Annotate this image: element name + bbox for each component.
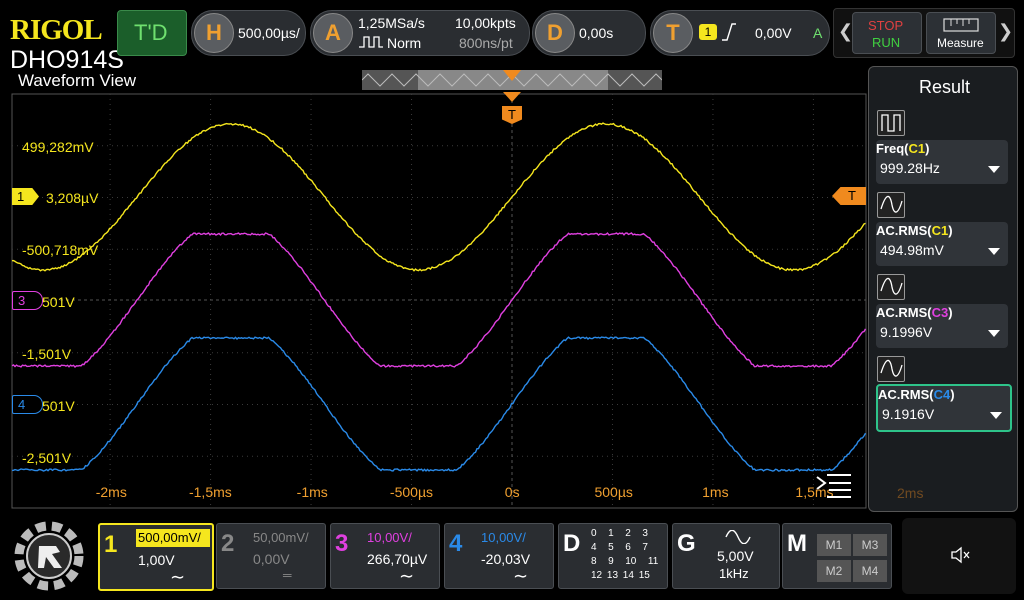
generator-amplitude: 5,00V [717,548,754,564]
digital-row-3: 8 9 10 11 [591,556,658,567]
sound-panel [902,518,1016,594]
digital-row-4: 12 13 14 15 [591,570,650,581]
digital-row-2: 4 5 6 7 [591,542,648,553]
ch4-coupling: ∼ [513,566,528,587]
result-ghost-tick: 2ms [897,485,923,501]
channel-3-box[interactable]: 3 10,00V/ 266,70µV ∼ [330,523,440,589]
sine-wave-icon [877,192,905,218]
math-box[interactable]: M M1 M3 M2 M4 [782,523,892,589]
ch2-scale: 50,00mV/ [253,530,309,545]
speaker-muted-icon[interactable] [950,546,970,564]
measure-value: 9.1996V [880,324,932,340]
dropdown-arrow-icon[interactable] [988,248,1000,255]
measure-result-item[interactable]: AC.RMS(C4) 9.1916V [876,384,1012,432]
ch4-scale-top: 501V [42,398,75,414]
ch4-offset-marker[interactable]: 4 [12,395,43,414]
math-m2[interactable]: M2 [817,560,851,582]
math-m3[interactable]: M3 [853,534,887,556]
sine-wave-icon [877,356,905,382]
menu-icon[interactable] [815,471,853,499]
x-tick-label: -500µs [390,484,433,500]
ch1-scale-top: 499,282mV [22,139,94,155]
x-tick-label: -1ms [297,484,328,500]
channel-2-box[interactable]: 2 50,00mV/ 0,00V ═ [216,523,326,589]
ch1-offset: 1,00V [138,552,175,568]
measure-result-item[interactable]: AC.RMS(C1) 494.98mV [876,222,1008,266]
measure-result-item[interactable]: AC.RMS(C3) 9.1996V [876,304,1008,348]
channel-1-box[interactable]: 1 500,00mV/ 1,00V ∼ [98,523,214,591]
ch2-offset: 0,00V [253,551,290,567]
ch3-scale: 10,00V/ [367,530,412,545]
ch3-coupling: ∼ [399,566,414,587]
channel-4-box[interactable]: 4 10,00V/ -20,03V ∼ [444,523,554,589]
measure-name: AC.RMS(C3) [876,305,953,320]
dropdown-arrow-icon[interactable] [990,412,1002,419]
ch3-offset: 266,70µV [367,551,427,567]
ch4-scale: 10,00V/ [481,530,526,545]
math-m1[interactable]: M1 [817,534,851,556]
x-tick-label: -2ms [96,484,127,500]
sine-icon [725,530,751,544]
ch4-scale-bottom: -2,501V [22,450,71,466]
ch1-scale-mid: 3,208µV [46,190,98,206]
measure-name: AC.RMS(C4) [878,387,955,402]
ch2-coupling: ═ [283,568,292,582]
x-tick-label: 1ms [702,484,728,500]
measure-result-item[interactable]: Freq(C1) 999.28Hz [876,140,1008,184]
dropdown-arrow-icon[interactable] [988,330,1000,337]
ch4-offset: -20,03V [481,551,530,567]
ch1-scale-bottom: -500,718mV [22,242,98,258]
dropdown-arrow-icon[interactable] [988,166,1000,173]
generator-box[interactable]: G 5,00V 1kHz [672,523,780,589]
result-title: Result [919,77,970,98]
measure-value: 494.98mV [880,242,944,258]
ch1-coupling: ∼ [170,567,185,588]
digital-row-1: 0 1 2 3 [591,528,648,539]
ch3-offset-marker[interactable]: 3 [12,291,43,310]
trigger-time-marker[interactable]: T [500,92,524,132]
measure-value: 9.1916V [882,406,934,422]
ch3-scale-bottom: -1,501V [22,346,71,362]
ch3-scale-top: 501V [42,294,75,310]
measure-value: 999.28Hz [880,160,940,176]
square-wave-icon [877,110,905,136]
digital-box[interactable]: D 0 1 2 3 4 5 6 7 8 9 10 11 12 13 14 15 [558,523,668,589]
x-tick-label: 0s [505,484,520,500]
x-tick-label: -1,5ms [189,484,232,500]
generator-frequency: 1kHz [719,566,749,581]
measure-name: Freq(C1) [876,141,929,156]
math-m4[interactable]: M4 [853,560,887,582]
home-logo-button[interactable] [10,518,88,594]
measure-name: AC.RMS(C1) [876,223,953,238]
ch1-scale: 500,00mV/ [138,530,201,545]
sine-wave-icon [877,274,905,300]
x-tick-label: 500µs [594,484,632,500]
